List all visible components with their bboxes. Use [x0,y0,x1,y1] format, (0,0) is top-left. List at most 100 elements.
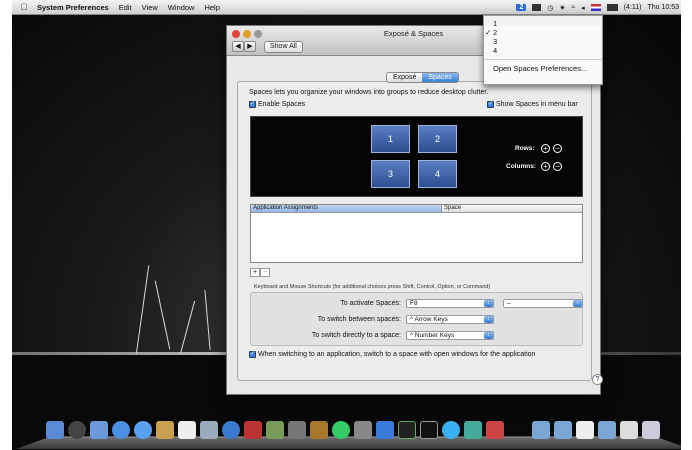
stack-folder-icon[interactable] [598,421,616,439]
spaces-menu-item-1[interactable]: 1 [484,19,602,28]
documents-folder-icon[interactable] [554,421,572,439]
menu-separator [484,59,602,60]
spaces-grid-area: 1 2 3 4 Rows: + − Columns: + − [250,116,583,197]
activate-label: To activate Spaces: [340,300,401,307]
activity-monitor-icon[interactable] [398,421,416,439]
dashboard-icon[interactable] [68,421,86,439]
open-spaces-preferences-item[interactable]: Open Spaces Preferences... [484,64,602,73]
apple-icon[interactable]:  [16,2,32,12]
spaces-menu-item-3[interactable]: 3 [484,37,602,46]
checkmark-icon: ✓ [485,28,492,37]
help-button[interactable]: ? [592,374,603,385]
status-menus: 2 ◷ ✷ ≈ ◂ (4:11) Thu 10:53 [516,0,679,15]
switch-between-popup[interactable]: ^ Arrow Keys ↕ [406,315,494,324]
input-flag-icon[interactable] [590,4,601,11]
photo-booth-icon[interactable] [244,421,262,439]
checkbox-checked-icon: ✓ [249,351,256,358]
space-tile-1[interactable]: 1 [371,125,410,153]
tab-spaces[interactable]: Spaces [422,73,458,82]
clock[interactable]: Thu 10:53 [647,4,679,11]
popup-arrows-icon: ↕ [573,300,582,307]
battery-icon[interactable] [606,4,618,11]
menu-edit[interactable]: Edit [114,3,137,12]
switch-between-value: ^ Arrow Keys [410,316,448,323]
column-header-application[interactable]: Application Assignments [251,205,441,212]
switch-directly-popup[interactable]: ^ Number Keys ↕ [406,331,494,340]
mail-stack-icon[interactable] [620,421,638,439]
system-preferences-icon[interactable] [354,421,372,439]
show-in-menubar-checkbox[interactable]: ✓ Show Spaces in menu bar [487,101,578,108]
switch-to-app-space-checkbox[interactable]: ✓ When switching to an application, swit… [249,351,535,358]
xcode-icon[interactable] [376,421,394,439]
garageband-icon[interactable] [310,421,328,439]
finder-icon[interactable] [46,421,64,439]
adium-icon[interactable] [464,421,482,439]
activate-popup[interactable]: F8 ↕ [406,299,494,308]
enable-spaces-checkbox[interactable]: ✓ Enable Spaces [249,101,305,108]
switch-directly-label: To switch directly to a space: [311,332,401,339]
remove-column-icon[interactable]: − [553,162,562,171]
add-assignment-button[interactable]: + [250,268,260,277]
remove-assignment-button[interactable]: − [260,268,270,277]
time-machine-icon[interactable]: ◷ [547,4,553,12]
imovie-icon[interactable] [288,421,306,439]
volume-icon[interactable]: ◂ [581,4,585,12]
iphoto-icon[interactable] [266,421,284,439]
ichat-icon[interactable] [134,421,152,439]
display-icon[interactable] [532,4,542,11]
terminal-icon[interactable] [420,421,438,439]
show-in-menubar-label: Show Spaces in menu bar [496,101,578,108]
shortcuts-label: Keyboard and Mouse Shortcuts (for additi… [254,284,491,290]
ical-icon[interactable] [178,421,196,439]
tab-expose[interactable]: Exposé [387,73,423,82]
trash-icon[interactable] [642,421,660,439]
menu-help[interactable]: Help [199,3,224,12]
space-tile-2[interactable]: 2 [418,125,457,153]
add-row-icon[interactable]: + [541,144,550,153]
menu-window[interactable]: Window [163,3,200,12]
spaces-menu-item-2[interactable]: ✓ 2 [484,28,602,37]
table-header: Application Assignments Space [251,205,582,213]
checkbox-checked-icon: ✓ [487,101,494,108]
downloads-folder-icon[interactable] [576,421,594,439]
time-machine-dock-icon[interactable] [332,421,350,439]
checkbox-checked-icon: ✓ [249,101,256,108]
tab-bar: Exposé Spaces [386,72,459,83]
desktop:  System Preferences Edit View Window He… [12,0,681,450]
activate-mouse-popup[interactable]: – ↕ [503,299,583,308]
wifi-icon[interactable]: ≈ [571,4,575,11]
dock [15,415,681,450]
forward-button[interactable]: ▶ [244,41,256,52]
preview-icon[interactable] [200,421,218,439]
app-icon[interactable] [486,421,504,439]
bluetooth-icon[interactable]: ✷ [559,4,565,12]
space-tile-3[interactable]: 3 [371,160,410,188]
application-assignments-table[interactable]: Application Assignments Space [250,204,583,263]
space-tile-4[interactable]: 4 [418,160,457,188]
spaces-menu-item-4[interactable]: 4 [484,46,602,55]
enable-spaces-label: Enable Spaces [258,101,306,108]
show-all-button[interactable]: Show All [264,41,303,53]
lightning-bolt [179,300,196,355]
skype-icon[interactable] [442,421,460,439]
menu-view[interactable]: View [137,3,163,12]
spaces-description: Spaces lets you organize your windows in… [249,89,489,96]
itunes-icon[interactable] [222,421,240,439]
remove-row-icon[interactable]: − [553,144,562,153]
safari-icon[interactable] [112,421,130,439]
add-column-icon[interactable]: + [541,162,550,171]
column-header-space[interactable]: Space [441,205,582,212]
lightning-bolt [135,265,150,355]
menu-app-name[interactable]: System Preferences [32,3,114,12]
menu-bar:  System Preferences Edit View Window He… [12,0,681,15]
spaces-menu-indicator[interactable]: 2 [516,4,527,11]
switch-directly-value: ^ Number Keys [410,332,455,339]
activate-value: F8 [410,300,418,307]
applications-folder-icon[interactable] [532,421,550,439]
back-button[interactable]: ◀ [232,41,244,52]
popup-arrows-icon: ↕ [484,332,493,339]
address-book-icon[interactable] [156,421,174,439]
mail-icon[interactable] [90,421,108,439]
switch-between-label: To switch between spaces: [317,316,401,323]
spaces-menu-dropdown: 1 ✓ 2 3 4 Open Spaces Preferences... [483,15,603,85]
